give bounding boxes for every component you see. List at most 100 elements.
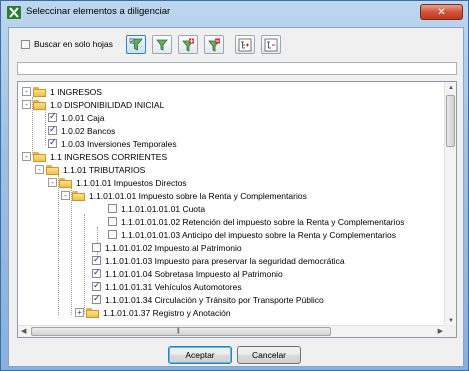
tree-row-label: 1.1.01.01.34 Circulación y Tránsito por … [105,294,324,305]
folder-icon [33,86,46,97]
folder-icon [46,164,59,175]
folder-icon [33,151,46,162]
row-checkbox[interactable] [92,254,101,265]
row-checkbox[interactable] [92,267,101,278]
tree-guide-line [45,110,46,145]
row-checkbox[interactable] [48,124,57,135]
cancel-button[interactable]: Cancelar [237,346,301,364]
scrollbar-corner [444,325,456,337]
tree-row[interactable]: 1.1.01.01.01.02 Retención del impuesto s… [108,215,405,228]
only-sheets-option[interactable]: Buscar en solo hojas [21,39,113,49]
expand-all-button[interactable] [235,35,255,54]
row-checkbox[interactable] [48,137,57,148]
only-sheets-checkbox[interactable] [21,39,30,49]
collapse-all-button[interactable] [261,35,281,54]
horizontal-scroll-thumb[interactable]: ||| [31,327,331,336]
scroll-up-arrow-icon[interactable]: ▲ [447,84,455,92]
tree-row-label: 1.0 DISPONIBILIDAD INICIAL [50,99,165,110]
collapse-toggle[interactable]: - [22,100,31,109]
only-sheets-label: Buscar en solo hojas [34,39,113,49]
collapse-toggle[interactable]: - [35,165,44,174]
tree-row-label: 1.0.01 Caja [61,112,105,123]
tree-row[interactable]: 1.1.01.01.34 Circulación y Tránsito por … [92,293,324,306]
row-checkbox[interactable] [108,217,117,226]
row-checkbox[interactable] [108,230,117,239]
tree-row[interactable]: 1.1.01.01.31 Vehículos Automotores [92,280,242,293]
tree-row[interactable]: 1.0.02 Bancos [48,124,115,137]
tree-row[interactable]: 1.1.01.01.04 Sobretasa Impuesto al Patri… [92,267,283,280]
filter-button[interactable] [152,35,172,54]
expand-all-icon [238,38,252,51]
title-bar[interactable]: Seleccinar elementos a diligenciar ✕ [1,1,468,23]
row-checkbox[interactable] [48,111,57,122]
horizontal-scrollbar[interactable]: ◀ ||| ▶ [18,325,446,337]
filter-icon [156,39,168,51]
tree-row[interactable]: 1.1.01.01.01.01 Cuota [108,202,205,215]
tree-row[interactable]: 1.1.01.01.02 Impuesto al Patrimonio [92,241,242,254]
collapse-toggle[interactable]: - [61,191,70,200]
tree-guide-line [84,214,85,314]
tree-row-label: 1.1.01.01.01.03 Anticipo del impuesto so… [121,229,396,240]
tree-row-label: 1.1 INGRESOS CORRIENTES [50,151,168,162]
tree-row-label: 1.1.01.01.37 Registro y Anotación [103,307,231,318]
tree-row-label: 1.0.02 Bancos [61,125,116,136]
remove-filter-icon [208,38,220,52]
tree-row-label: 1.1.01 TRIBUTARIOS [63,164,146,175]
row-checkbox[interactable] [92,243,101,252]
collapse-toggle[interactable]: - [48,178,57,187]
row-checkbox[interactable] [92,280,101,291]
dialog-window: Seleccinar elementos a diligenciar ✕ Bus… [0,0,469,371]
tree-row-label: 1.1.01.01 Impuestos Directos [76,177,187,188]
tree-row-label: 1.1.01.01.04 Sobretasa Impuesto al Patri… [105,268,283,279]
tree-row-label: 1 INGRESOS [50,86,102,97]
tree-row[interactable]: - 1 INGRESOS [22,85,102,98]
tree-row[interactable]: - 1.0 DISPONIBILIDAD INICIAL [22,98,164,111]
expand-toggle[interactable]: + [75,308,84,317]
tree-guide-line [71,188,72,315]
scroll-down-arrow-icon[interactable]: ▼ [447,317,455,325]
tree-row-label: 1.1.01.01.01.01 Cuota [121,203,206,214]
tree-row[interactable]: - 1.1 INGRESOS CORRIENTES [22,150,167,163]
collapse-toggle[interactable]: - [22,87,31,96]
tree-row[interactable]: 1.0.01 Caja [48,111,104,124]
tree-row-label: 1.1.01.01.02 Impuesto al Patrimonio [105,242,242,253]
filter-input[interactable] [17,62,457,75]
tree-row-label: 1.0.03 Inversiones Temporales [61,138,177,149]
tree-row[interactable]: + 1.1.01.01.37 Registro y Anotación [75,306,231,319]
scroll-grip-icon: ||| [177,328,180,334]
add-filter-icon [182,38,194,52]
scroll-left-arrow-icon[interactable]: ◀ [21,327,26,335]
row-checkbox[interactable] [92,293,101,304]
folder-icon [59,177,72,188]
tree-guide-line [58,175,59,315]
tree-row[interactable]: - 1.1.01 TRIBUTARIOS [35,163,145,176]
row-checkbox[interactable] [108,204,117,213]
tree-row-label: 1.1.01.01.01.02 Retención del impuesto s… [121,216,405,227]
add-filter-button[interactable] [178,35,198,54]
collapse-toggle[interactable]: - [22,152,31,161]
select-all-filter-button[interactable] [126,35,146,54]
elements-tree[interactable]: - 1 INGRESOS - 1.0 DISPONIBILIDAD INICIA… [17,81,457,338]
select-all-filter-icon [129,38,143,51]
accept-button[interactable]: Aceptar [168,346,232,364]
vertical-scrollbar[interactable]: ▲ ▼ [444,82,456,327]
tree-row[interactable]: 1.0.03 Inversiones Temporales [48,137,177,150]
tree-row-label: 1.1.01.01.01 Impuesto sobre la Renta y C… [89,190,307,201]
app-icon [7,6,21,19]
remove-filter-button[interactable] [204,35,224,54]
folder-icon [86,307,99,318]
scroll-right-arrow-icon[interactable]: ▶ [438,327,443,335]
toolbar: Buscar en solo hojas [9,28,463,58]
tree-row-label: 1.1.01.01.31 Vehículos Automotores [105,281,242,292]
vertical-scroll-thumb[interactable] [446,95,455,147]
tree-row[interactable]: 1.1.01.01.03 Impuesto para preservar la … [92,254,345,267]
tree-row[interactable]: - 1.1.01.01.01 Impuesto sobre la Renta y… [61,189,307,202]
window-title: Seleccinar elementos a diligenciar [26,6,171,17]
close-button[interactable]: ✕ [420,4,463,20]
tree-row[interactable]: - 1.1.01.01 Impuestos Directos [48,176,187,189]
collapse-all-icon [264,38,278,51]
folder-icon [72,190,85,201]
tree-row-label: 1.1.01.01.03 Impuesto para preservar la … [105,255,345,266]
tree-row[interactable]: 1.1.01.01.01.03 Anticipo del impuesto so… [108,228,396,241]
dialog-client-area: Buscar en solo hojas - 1 INGRESOS - 1.0 … [8,27,464,367]
